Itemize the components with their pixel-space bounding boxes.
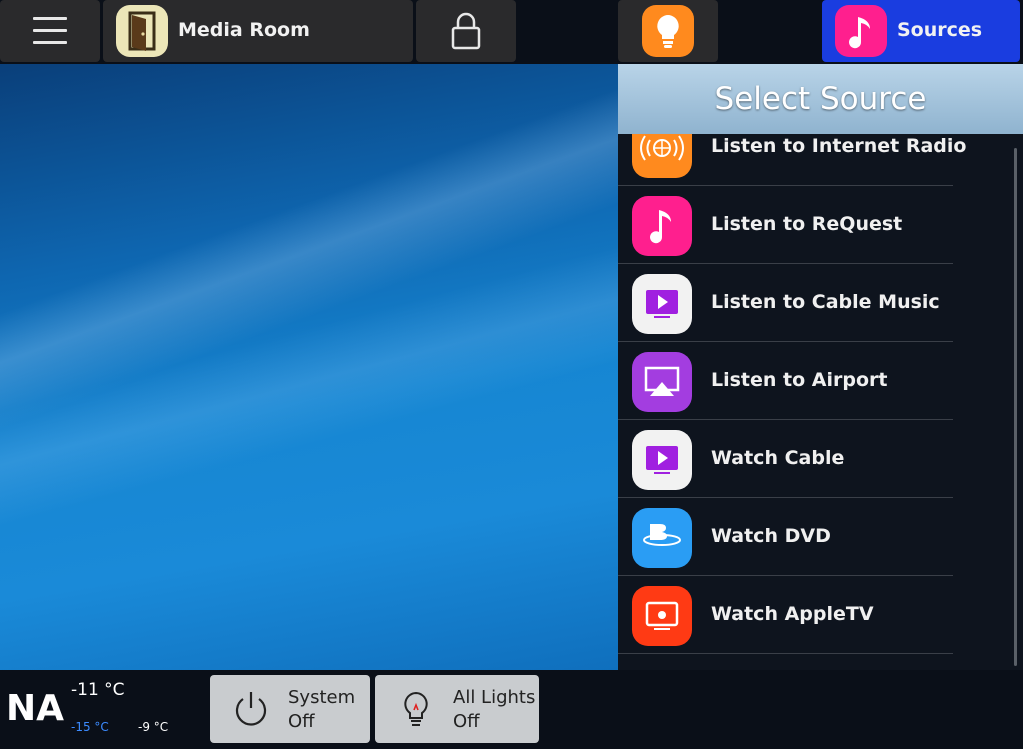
room-name: Media Room [178, 19, 310, 41]
lock-icon [451, 12, 481, 50]
high-temperature: -9 °C [138, 720, 169, 734]
internet-radio-icon [632, 134, 692, 178]
source-item-label: Listen to Airport [711, 369, 888, 391]
door-icon [116, 5, 168, 57]
system-line2: Off [288, 711, 315, 732]
source-item-label: Watch DVD [711, 525, 831, 547]
lights-line2: Off [453, 711, 480, 732]
source-item-label: Listen to Internet Radio [711, 135, 967, 157]
source-list[interactable]: Listen to Internet Radio Listen to ReQue… [618, 134, 1023, 670]
source-item-label: Listen to ReQuest [711, 213, 903, 235]
sources-label: Sources [897, 19, 983, 41]
source-item-internet-radio[interactable]: Listen to Internet Radio [618, 134, 966, 186]
wallpaper-background [0, 64, 618, 670]
lights-line1: All Lights [453, 687, 536, 708]
location-code: NA [6, 688, 64, 729]
airplay-icon [632, 352, 692, 412]
light-bulb-icon [642, 5, 694, 57]
all-lights-off-button[interactable]: All Lights Off [375, 675, 539, 743]
sources-button[interactable]: Sources [822, 0, 1020, 62]
source-panel: Select Source Listen to Internet Radio L… [618, 64, 1023, 670]
lighting-button[interactable] [618, 0, 718, 62]
music-note-icon [632, 196, 692, 256]
tv-play-icon [632, 430, 692, 490]
panel-header: Select Source [618, 64, 1023, 134]
source-item-label: Watch Cable [711, 447, 845, 469]
music-note-icon [835, 5, 887, 57]
bottom-bar: NA -11 °C -15 °C -9 °C System Off All Li… [0, 670, 1023, 749]
source-item-airport[interactable]: Listen to Airport [618, 342, 953, 420]
bluray-disc-icon [632, 508, 692, 568]
low-temperature: -15 °C [71, 720, 109, 734]
power-icon [235, 692, 267, 726]
system-off-button[interactable]: System Off [210, 675, 370, 743]
source-item-watch-cable[interactable]: Watch Cable [618, 420, 953, 498]
source-item-cable-music[interactable]: Listen to Cable Music [618, 264, 953, 342]
current-temperature: -11 °C [71, 680, 125, 700]
scrollbar[interactable] [1014, 148, 1017, 666]
source-item-watch-dvd[interactable]: Watch DVD [618, 498, 953, 576]
source-item-watch-appletv[interactable]: Watch AppleTV [618, 576, 953, 654]
panel-title: Select Source [714, 81, 927, 117]
system-line1: System [288, 687, 356, 708]
tv-play-icon [632, 274, 692, 334]
source-item-label: Watch AppleTV [711, 603, 874, 625]
top-bar: Media Room Sources [0, 0, 1023, 64]
room-selector-button[interactable]: Media Room [103, 0, 413, 62]
hamburger-menu-icon [33, 17, 67, 45]
appletv-icon [632, 586, 692, 646]
source-item-label: Listen to Cable Music [711, 291, 940, 313]
light-bulb-icon [404, 691, 428, 726]
lock-button[interactable] [416, 0, 516, 62]
source-item-request[interactable]: Listen to ReQuest [618, 186, 953, 264]
menu-button[interactable] [0, 0, 100, 62]
